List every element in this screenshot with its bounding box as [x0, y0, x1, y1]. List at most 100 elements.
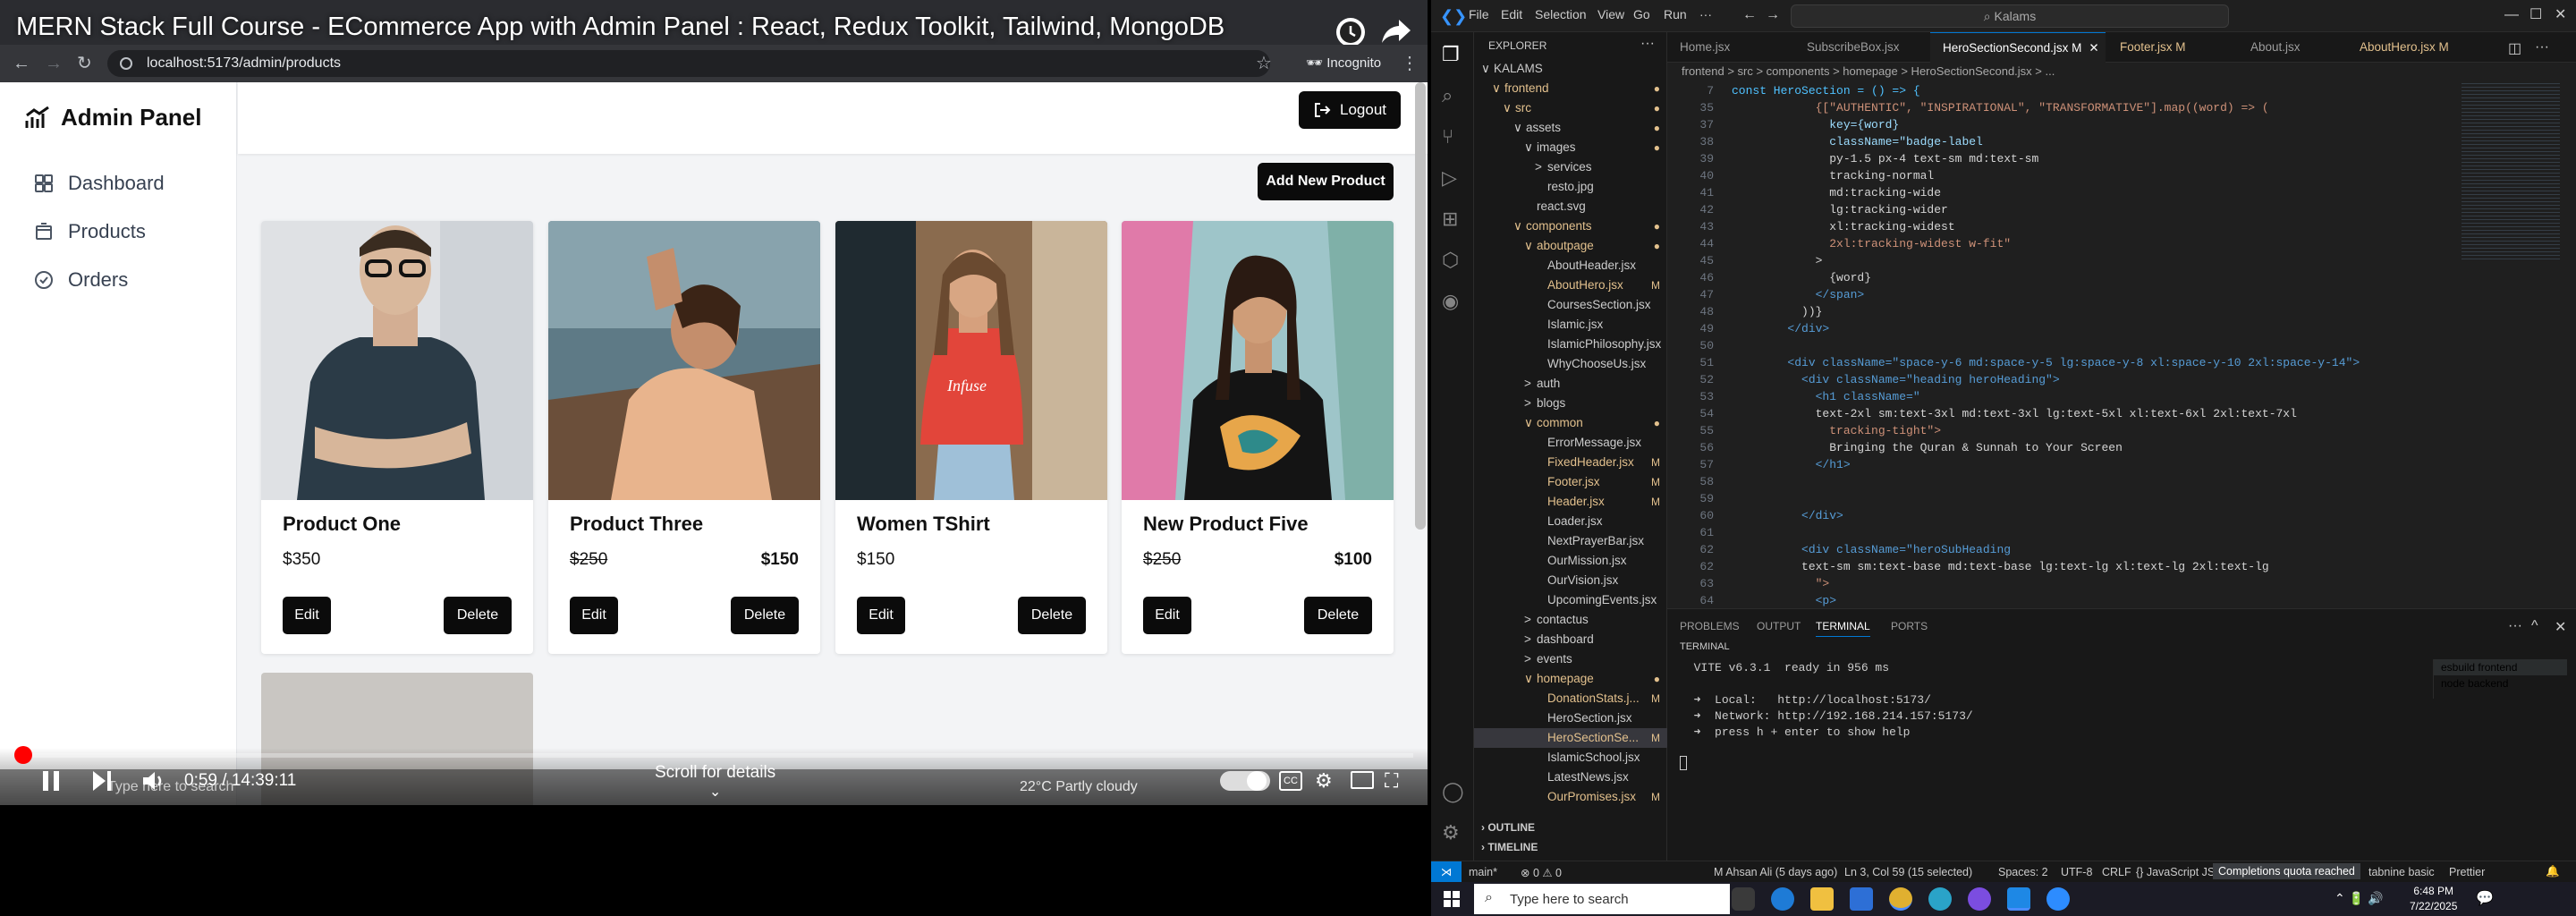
source-control-icon[interactable]: ⑂	[1442, 125, 1453, 148]
site-info-icon[interactable]	[120, 57, 132, 70]
tree-item[interactable]: Footer.jsx M	[1474, 472, 1667, 492]
search-icon[interactable]: ⌕	[1442, 84, 1453, 107]
reload-icon[interactable]: ↻	[77, 50, 92, 77]
maximize-icon[interactable]: ☐	[2529, 5, 2542, 23]
more-actions-icon[interactable]: ···	[2535, 39, 2549, 55]
tree-item[interactable]: > contactus	[1474, 610, 1667, 630]
pause-icon[interactable]	[41, 769, 61, 793]
tree-item[interactable]: ErrorMessage.jsx	[1474, 433, 1667, 453]
status-problems[interactable]: ⊗ 0 ⚠ 0	[1521, 866, 1562, 879]
extensions-icon[interactable]: ⊞	[1442, 208, 1458, 231]
edit-button[interactable]: Edit	[1143, 597, 1191, 634]
account-icon[interactable]: ◯	[1442, 780, 1464, 803]
menu-selection[interactable]: Selection	[1535, 7, 1587, 21]
terminal-output[interactable]: VITE v6.3.1 ready in 956 ms ➜ Local: htt…	[1680, 661, 1973, 742]
forward-icon[interactable]: →	[45, 50, 63, 77]
nav-back-icon[interactable]: ←	[1742, 7, 1757, 23]
menu-go[interactable]: Go	[1633, 7, 1650, 21]
tree-item[interactable]: resto.jpg	[1474, 177, 1667, 197]
notifications-bell-icon[interactable]: 🔔	[2546, 865, 2560, 878]
file-explorer-icon[interactable]	[1810, 887, 1834, 911]
status-language[interactable]: {} JavaScript JSX	[2136, 866, 2223, 878]
tree-item[interactable]: ∨ KALAMS	[1474, 59, 1667, 79]
menu-view[interactable]: View	[1597, 7, 1624, 21]
tree-item[interactable]: react.svg	[1474, 197, 1667, 216]
tree-item[interactable]: Islamic.jsx	[1474, 315, 1667, 335]
tree-item[interactable]: WhyChooseUs.jsx	[1474, 354, 1667, 374]
edit-button[interactable]: Edit	[570, 597, 618, 634]
fullscreen-icon[interactable]: ⛶	[1385, 769, 1398, 793]
tree-item[interactable]: ∨ common ●	[1474, 413, 1667, 433]
back-icon[interactable]: ←	[13, 50, 30, 77]
tree-item[interactable]: IslamicSchool.jsx	[1474, 748, 1667, 768]
code-line[interactable]: 58	[1667, 473, 1732, 490]
code-line[interactable]: 56 Bringing the Quran & Sunnah to Your S…	[1667, 439, 2122, 456]
share-icon[interactable]	[1381, 18, 1411, 45]
command-center-search[interactable]: ⌕ Kalams	[1791, 4, 2229, 28]
tray-icons[interactable]: ⌃ 🔋 🔊	[2334, 891, 2383, 906]
edge-browser-icon[interactable]	[1771, 887, 1794, 911]
panel-tab-problems[interactable]: PROBLEMS	[1680, 620, 1740, 632]
tree-item[interactable]: OurVision.jsx	[1474, 571, 1667, 590]
code-line[interactable]: 48 ))}	[1667, 303, 1822, 320]
status-tabnine[interactable]: tabnine basic	[2368, 866, 2435, 878]
remote-indicator-icon[interactable]: ⋊	[1431, 861, 1462, 883]
windows-start-icon[interactable]	[1444, 891, 1460, 907]
tree-item[interactable]: FixedHeader.jsx M	[1474, 453, 1667, 472]
code-line[interactable]: 57 </h1>	[1667, 456, 1850, 473]
tab-close-icon[interactable]: ✕	[2089, 41, 2098, 55]
database-icon[interactable]: ◉	[1442, 290, 1459, 313]
code-line[interactable]: 62 text-sm sm:text-base md:text-base lg:…	[1667, 558, 2268, 575]
logout-button[interactable]: Logout	[1299, 91, 1401, 129]
github-desktop-icon[interactable]	[1968, 887, 1991, 911]
nav-products[interactable]: Products	[34, 220, 146, 243]
status-completions[interactable]: Completions quota reached	[2213, 863, 2360, 879]
vscode-taskbar-icon[interactable]	[2007, 887, 2030, 911]
watch-later-icon[interactable]	[1336, 18, 1365, 47]
tree-item[interactable]: Loader.jsx	[1474, 512, 1667, 531]
tab-about[interactable]: About.jsx	[2238, 32, 2345, 63]
autoplay-toggle[interactable]	[1220, 771, 1270, 791]
tree-item[interactable]: > events	[1474, 649, 1667, 669]
code-line[interactable]: 61	[1667, 524, 1732, 541]
code-line[interactable]: 46 {word}	[1667, 269, 1871, 286]
explorer-more-icon[interactable]: ···	[1640, 36, 1655, 52]
code-line[interactable]: 64 <p>	[1667, 592, 1836, 609]
next-icon[interactable]	[91, 769, 113, 793]
status-encoding[interactable]: UTF-8	[2061, 866, 2092, 878]
taskbar-search-box[interactable]: ⌕ Type here to search	[1474, 884, 1730, 914]
app-icon[interactable]	[1928, 887, 1952, 911]
code-line[interactable]: 59	[1667, 490, 1732, 507]
volume-icon[interactable]	[141, 769, 166, 793]
tree-item[interactable]: OurPromises.jsx M	[1474, 787, 1667, 807]
panel-more-icon[interactable]: ···	[2508, 618, 2522, 634]
status-cursor-position[interactable]: Ln 3, Col 59 (15 selected)	[1844, 866, 1972, 878]
panel-tab-terminal[interactable]: TERMINAL	[1816, 620, 1870, 637]
tree-item[interactable]: HeroSection.jsx	[1474, 708, 1667, 728]
tree-item[interactable]: IslamicPhilosophy.jsx	[1474, 335, 1667, 354]
task-view-icon[interactable]	[1732, 887, 1755, 911]
code-line[interactable]: 44 2xl:tracking-widest w-fit"	[1667, 235, 2011, 252]
code-line[interactable]: 42 lg:tracking-wider	[1667, 201, 1947, 218]
tab-footer[interactable]: Footer.jsx M	[2107, 32, 2236, 63]
tree-item[interactable]: ∨ assets ●	[1474, 118, 1667, 138]
page-scrollbar[interactable]	[1415, 82, 1426, 530]
delete-button[interactable]: Delete	[731, 597, 799, 634]
manage-gear-icon[interactable]: ⚙	[1442, 821, 1460, 844]
code-line[interactable]: 51 <div className="space-y-6 md:space-y-…	[1667, 354, 2360, 371]
nav-dashboard[interactable]: Dashboard	[34, 172, 165, 195]
video-progress-track[interactable]	[21, 753, 1413, 758]
status-indent[interactable]: Spaces: 2	[1998, 866, 2048, 878]
code-line[interactable]: 62 <div className="heroSubHeading	[1667, 541, 2011, 558]
delete-button[interactable]: Delete	[444, 597, 512, 634]
nav-forward-icon[interactable]: →	[1766, 7, 1780, 23]
tree-item[interactable]: ∨ images ●	[1474, 138, 1667, 157]
code-line[interactable]: 55 tracking-tight">	[1667, 422, 1941, 439]
tab-abouthero[interactable]: AboutHero.jsx M	[2347, 32, 2481, 63]
code-line[interactable]: 50	[1667, 337, 1732, 354]
browser-menu-icon[interactable]: ⋮	[1401, 50, 1419, 77]
panel-tab-ports[interactable]: PORTS	[1891, 620, 1928, 632]
tree-item[interactable]: > services	[1474, 157, 1667, 177]
tree-item[interactable]: ∨ frontend ●	[1474, 79, 1667, 98]
chrome-icon[interactable]	[1889, 887, 1912, 911]
